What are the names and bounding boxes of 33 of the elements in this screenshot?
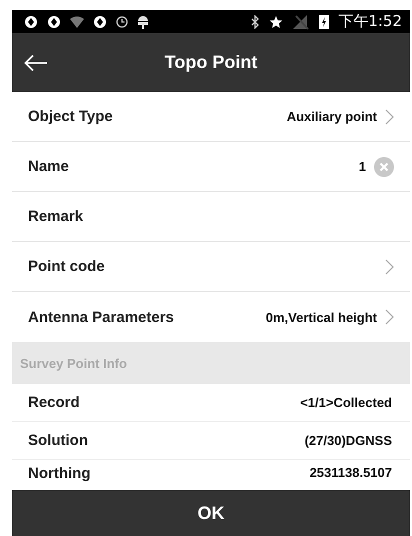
chevron-right-icon [385,108,394,124]
chevron-right-icon [385,258,394,274]
info-value: (27/30)DGNSS [304,433,392,448]
field-value: Auxiliary point [286,109,377,124]
field-label: Name [28,158,69,175]
star-icon [269,14,284,28]
ok-button[interactable]: OK [12,490,410,536]
status-time: 下午1:52 [338,12,402,31]
info-label: Northing [28,465,90,482]
field-value: 0m,Vertical height [266,310,377,324]
info-value: 2531138.5107 [310,465,392,480]
info-value: <1/1>Collected [300,395,392,410]
field-label: Remark [28,208,84,225]
chevron-right-icon [385,309,394,325]
field-label: Object Type [28,108,113,125]
info-label: Record [28,394,80,411]
form-row[interactable]: Object Type Auxiliary point [12,92,410,142]
clock-icon [116,16,128,28]
form-row[interactable]: Antenna Parameters 0m,Vertical height [12,292,410,342]
form-row[interactable]: Remark [12,192,410,242]
field-label: Antenna Parameters [28,308,174,326]
battery-icon [319,14,330,29]
wifi-icon [70,16,84,28]
info-label: Solution [28,432,88,449]
section-header: Survey Point Info [12,342,410,384]
form-row[interactable]: Point code [12,242,410,292]
signal-icon [292,14,310,30]
field-label: Point code [28,258,105,275]
form-row[interactable]: Name 1 [12,142,410,192]
bluetooth-icon [251,14,260,28]
back-arrow-icon[interactable] [24,54,48,72]
screen-title: Topo Point [164,52,258,73]
field-value: 1 [358,159,366,174]
